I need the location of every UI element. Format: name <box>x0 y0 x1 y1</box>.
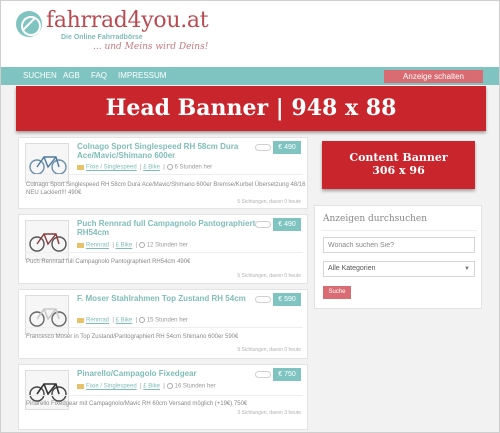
search-button[interactable]: Suche <box>323 286 351 299</box>
content-banner-line-2: 306 x 96 <box>372 164 425 177</box>
content-banner-line-1: Content Banner <box>349 151 448 164</box>
folder-icon <box>77 383 84 389</box>
listing-meta: Fixie / Singlespeed | £ Bike | 6 Stunden… <box>77 164 212 171</box>
price-badge: € 490 <box>255 218 301 231</box>
nav-item-faq[interactable]: FAQ <box>91 71 107 80</box>
listing-title[interactable]: Puch Rennrad full Campagnolo Pantographi… <box>77 219 262 237</box>
divider <box>25 327 303 328</box>
divider <box>25 252 303 253</box>
listing-title[interactable]: F. Moser Stahlrahmen Top Zustand RH 54cm <box>77 294 262 303</box>
listing-card[interactable]: Colnago Sport Singlespeed RH 58cm Dura A… <box>18 137 308 209</box>
price-badge: € 490 <box>255 141 301 154</box>
divider <box>25 174 303 175</box>
category-select-value: Alle Kategorien <box>328 265 376 272</box>
listing-time: 15 Stunden her <box>146 317 188 324</box>
head-banner[interactable]: Head Banner | 948 x 88 <box>16 86 486 131</box>
listing-title[interactable]: Colnago Sport Singlespeed RH 58cm Dura A… <box>77 142 262 160</box>
nav-item-impressum[interactable]: IMPRESSUM <box>118 71 166 80</box>
listing-price: € 490 <box>273 218 301 231</box>
listing-meta: Rennrad | £ Bike | 15 Stunden her <box>77 317 188 324</box>
listing-meta: Rennrad | £ Bike | 12 Stunden her <box>77 242 188 249</box>
listing-card[interactable]: Pinarello/Campagolo Fixedgear € 750 Fixi… <box>18 364 308 430</box>
listing-city[interactable]: £ Bike <box>143 165 160 171</box>
listing-time: 12 Stunden her <box>146 242 188 249</box>
listing-description: Pinarello Fixedgear mit Campagnolo/Mavic… <box>26 401 248 407</box>
logo-slogan: ... und Meins wird Deins! <box>93 42 209 52</box>
clock-icon <box>138 242 145 248</box>
listing-category[interactable]: Fixie / Singlespeed <box>86 165 137 171</box>
search-panel-title: Anzeigen durchsuchen <box>323 214 428 224</box>
link-icon <box>255 221 271 228</box>
listing-thumbnail[interactable] <box>25 295 69 335</box>
price-badge: € 590 <box>255 293 301 306</box>
folder-icon <box>77 317 84 323</box>
listing-meta: Fixie / Singlespeed | £ Bike | 16 Stunde… <box>77 383 216 390</box>
listing-title[interactable]: Pinarello/Campagolo Fixedgear <box>77 369 262 378</box>
listing-city[interactable]: £ Bike <box>116 318 133 324</box>
folder-icon <box>77 164 84 170</box>
place-ad-button[interactable]: Anzeige schalten <box>384 70 483 83</box>
listing-card[interactable]: Puch Rennrad full Campagnolo Pantographi… <box>18 214 308 284</box>
price-badge: € 750 <box>255 368 301 381</box>
listing-description: Francesco Moser in Top Zustand/Pantograp… <box>26 334 239 340</box>
listing-city[interactable]: £ Bike <box>116 243 133 249</box>
divider <box>25 395 303 396</box>
folder-icon <box>77 242 84 248</box>
logo-subtitle: Die Online Fahrradbörse <box>61 34 143 41</box>
nav-item-agb[interactable]: AGB <box>63 71 80 80</box>
listing-price: € 590 <box>273 293 301 306</box>
listing-city[interactable]: £ Bike <box>143 384 160 390</box>
search-panel: Anzeigen durchsuchen Alle Kategorien ▼ S… <box>314 205 482 309</box>
search-input[interactable] <box>323 237 475 253</box>
listing-stats: 9 Sichtungen, davon 0 heute <box>237 347 301 353</box>
listing-time: 6 Stunden her <box>174 164 213 171</box>
listing-category[interactable]: Rennrad <box>86 243 109 249</box>
listing-stats: 5 Sichtungen, davon 0 heute <box>237 199 301 205</box>
listing-time: 16 Stunden her <box>174 383 216 390</box>
listing-card[interactable]: F. Moser Stahlrahmen Top Zustand RH 54cm… <box>18 289 308 359</box>
link-icon <box>255 144 271 151</box>
link-icon <box>255 296 271 303</box>
bicycle-wheel-logo-icon[interactable] <box>16 11 42 37</box>
content-banner[interactable]: Content Banner 306 x 96 <box>322 141 475 189</box>
category-select[interactable]: Alle Kategorien ▼ <box>323 261 475 277</box>
clock-icon <box>138 317 145 323</box>
clock-icon <box>166 164 173 170</box>
listing-price: € 750 <box>273 368 301 381</box>
listing-price: € 490 <box>273 141 301 154</box>
nav-item-suchen[interactable]: SUCHEN <box>23 71 57 80</box>
site-logo[interactable]: fahrrad4you.at <box>46 8 209 33</box>
listing-category[interactable]: Fixie / Singlespeed <box>86 384 137 390</box>
site-header: fahrrad4you.at Die Online Fahrradbörse .… <box>1 1 499 67</box>
chevron-down-icon: ▼ <box>464 266 470 272</box>
main-nav: SUCHEN AGB FAQ IMPRESSUM Anzeige schalte… <box>1 67 499 85</box>
listing-category[interactable]: Rennrad <box>86 318 109 324</box>
clock-icon <box>166 383 173 389</box>
page: fahrrad4you.at Die Online Fahrradbörse .… <box>0 0 500 433</box>
listing-thumbnail[interactable] <box>25 220 69 260</box>
listing-description: Puch Rennrad full Campagnolo Pantographi… <box>26 259 191 265</box>
listing-stats: 5 Sichtungen, davon 0 heute <box>237 273 301 279</box>
listing-description: Colnago Sport Singlespeed RH 58cm Dura A… <box>26 182 306 196</box>
listing-thumbnail[interactable] <box>25 143 69 183</box>
divider <box>321 230 477 231</box>
listing-stats: 3 Sichtungen, davon 3 heute <box>237 410 301 416</box>
link-icon <box>255 371 271 378</box>
